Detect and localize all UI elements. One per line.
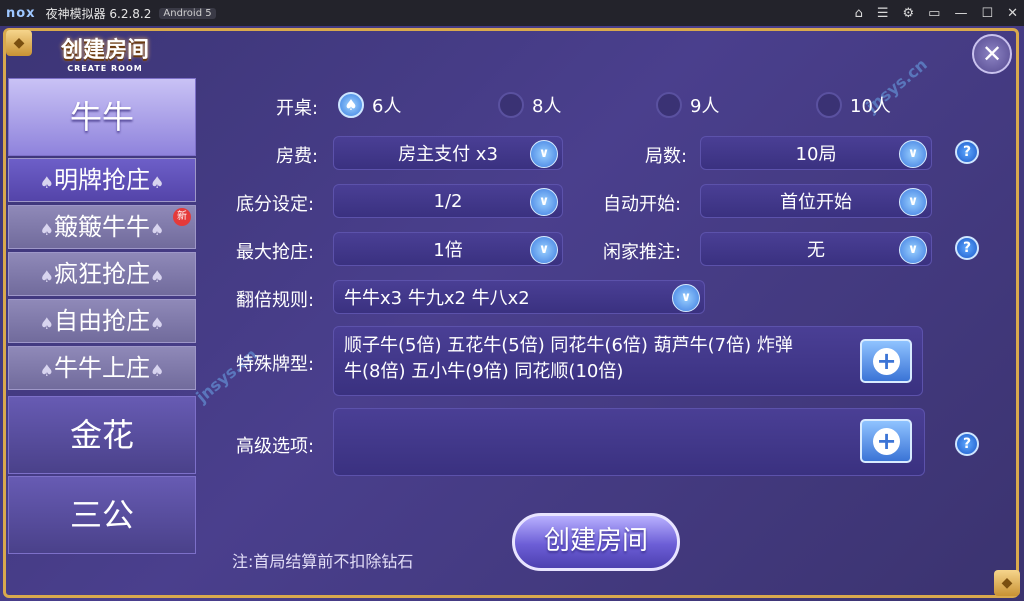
radio-dot	[656, 92, 682, 118]
auto-start-select[interactable]: 首位开始 ∨	[700, 184, 932, 218]
subtab-bobo-niuniu[interactable]: ♠簸簸牛牛♠ 新	[8, 205, 196, 249]
spade-icon: ♠	[150, 361, 165, 380]
minimize-button[interactable]: —	[954, 6, 967, 21]
auto-start-label: 自动开始:	[603, 194, 682, 215]
spade-icon: ♠	[150, 267, 165, 286]
rounds-help-icon[interactable]: ?	[955, 140, 979, 164]
nox-logo: nox	[6, 5, 36, 21]
double-rule-value: 牛牛x3 牛九x2 牛八x2	[344, 288, 530, 309]
subtab-fengkuang-qiangzhuang[interactable]: ♠疯狂抢庄♠	[8, 252, 196, 296]
tab-jinhua[interactable]: 金花	[8, 396, 196, 474]
chevron-down-icon[interactable]: ∨	[530, 236, 558, 264]
subtab-label: 疯狂抢庄	[54, 260, 150, 288]
radio-9-players[interactable]: 9人	[656, 92, 719, 118]
rounds-label: 局数:	[645, 146, 688, 167]
subtab-label: 牛牛上庄	[54, 354, 150, 382]
spade-icon: ♠	[150, 220, 165, 239]
radio-10-players[interactable]: 10人	[816, 92, 891, 118]
emulator-titlebar: nox 夜神模拟器 6.2.8.2 Android 5 ⌂ ☰ ⚙ ▭ — ☐ …	[0, 0, 1024, 26]
subtab-ziyou-qiangzhuang[interactable]: ♠自由抢庄♠	[8, 299, 196, 343]
android-version-badge: Android 5	[159, 7, 216, 19]
spade-icon: ♠	[150, 314, 165, 333]
advanced-options-label: 高级选项:	[236, 436, 315, 457]
resize-icon[interactable]: ▭	[928, 6, 940, 21]
chevron-down-icon[interactable]: ∨	[899, 236, 927, 264]
spade-icon: ♠	[39, 173, 54, 192]
subtab-mingpai-qiangzhuang[interactable]: ♠明牌抢庄♠	[8, 158, 196, 202]
radio-label: 8人	[532, 96, 562, 117]
chevron-down-icon[interactable]: ∨	[672, 284, 700, 312]
game-screen: ◆ ◆ 创建房间 CREATE ROOM 牛牛 ♠明牌抢庄♠ ♠簸簸牛牛♠ 新 …	[0, 26, 1024, 601]
radio-dot	[498, 92, 524, 118]
chevron-down-icon[interactable]: ∨	[899, 188, 927, 216]
radio-label: 9人	[690, 96, 720, 117]
spade-icon: ♠	[39, 361, 54, 380]
rounds-value: 10局	[795, 144, 837, 165]
advanced-options-help-icon[interactable]: ?	[955, 432, 979, 456]
base-score-label: 底分设定:	[236, 194, 315, 215]
tab-sangong[interactable]: 三公	[8, 476, 196, 554]
special-hand-label: 特殊牌型:	[236, 354, 315, 375]
spade-icon: ♠	[150, 173, 165, 192]
new-badge: 新	[173, 208, 191, 226]
window-title: 夜神模拟器 6.2.8.2	[45, 6, 152, 21]
radio-label: 10人	[850, 96, 891, 117]
base-score-select[interactable]: 1/2 ∨	[333, 184, 563, 218]
special-hand-value: 顺子牛(5倍) 五花牛(5倍) 同花牛(6倍) 葫芦牛(7倍) 炸弹牛(8倍) …	[344, 335, 793, 382]
radio-label: 6人	[372, 96, 402, 117]
corner-ornament-top-left: ◆	[6, 30, 32, 56]
radio-8-players[interactable]: 8人	[498, 92, 561, 118]
create-room-subtitle: CREATE ROOM	[67, 64, 143, 73]
player-push-help-icon[interactable]: ?	[955, 236, 979, 260]
player-push-select[interactable]: 无 ∨	[700, 232, 932, 266]
player-push-value: 无	[807, 240, 825, 261]
skin-icon[interactable]: ⌂	[855, 6, 863, 21]
room-fee-value: 房主支付 x3	[398, 144, 498, 165]
spade-icon: ♠	[39, 314, 54, 333]
advanced-options-box[interactable]: +	[333, 408, 925, 476]
max-bank-label: 最大抢庄:	[236, 242, 315, 263]
max-bank-select[interactable]: 1倍 ∨	[333, 232, 563, 266]
chevron-down-icon[interactable]: ∨	[530, 188, 558, 216]
corner-ornament-bottom-right: ◆	[994, 570, 1020, 596]
room-fee-select[interactable]: 房主支付 x3 ∨	[333, 136, 563, 170]
max-bank-value: 1倍	[433, 240, 463, 261]
spade-icon: ♠	[338, 92, 364, 118]
player-push-label: 闲家推注:	[603, 242, 682, 263]
room-fee-label: 房费:	[276, 146, 319, 167]
table-size-label: 开桌:	[276, 98, 319, 119]
subtab-niuniu-shangzhuang[interactable]: ♠牛牛上庄♠	[8, 346, 196, 390]
double-rule-select[interactable]: 牛牛x3 牛九x2 牛八x2 ∨	[333, 280, 705, 314]
subtab-label: 簸簸牛牛	[54, 213, 150, 241]
create-room-title: 创建房间	[60, 38, 149, 63]
maximize-button[interactable]: ☐	[981, 6, 993, 21]
spade-icon: ♠	[39, 220, 54, 239]
subtab-label: 明牌抢庄	[54, 166, 150, 194]
add-special-hand-button[interactable]: +	[860, 339, 912, 383]
tab-niuniu[interactable]: 牛牛	[8, 78, 196, 156]
chevron-down-icon[interactable]: ∨	[530, 140, 558, 168]
spade-icon: ♠	[39, 267, 54, 286]
rounds-select[interactable]: 10局 ∨	[700, 136, 932, 170]
plus-icon: +	[873, 348, 900, 375]
base-score-value: 1/2	[433, 190, 463, 212]
chevron-down-icon[interactable]: ∨	[899, 140, 927, 168]
plus-icon: +	[873, 428, 900, 455]
create-room-button[interactable]: 创建房间	[512, 513, 680, 571]
subtab-label: 自由抢庄	[54, 307, 150, 335]
radio-6-players[interactable]: ♠ 6人	[338, 92, 401, 118]
window-controls: ⌂ ☰ ⚙ ▭ — ☐ ✕	[855, 0, 1018, 26]
close-button[interactable]: ✕	[972, 34, 1012, 74]
close-window-button[interactable]: ✕	[1007, 6, 1018, 21]
menu-icon[interactable]: ☰	[877, 6, 889, 21]
auto-start-value: 首位开始	[780, 192, 852, 213]
settings-icon[interactable]: ⚙	[902, 6, 914, 21]
create-room-logo: 创建房间 CREATE ROOM	[50, 32, 160, 76]
radio-dot	[816, 92, 842, 118]
special-hand-box[interactable]: 顺子牛(5倍) 五花牛(5倍) 同花牛(6倍) 葫芦牛(7倍) 炸弹牛(8倍) …	[333, 326, 923, 396]
diamond-note: 注:首局结算前不扣除钻石	[232, 552, 414, 571]
add-advanced-option-button[interactable]: +	[860, 419, 912, 463]
game-type-sidebar: 牛牛 ♠明牌抢庄♠ ♠簸簸牛牛♠ 新 ♠疯狂抢庄♠ ♠自由抢庄♠ ♠牛牛上庄♠ …	[8, 78, 196, 583]
double-rule-label: 翻倍规则:	[236, 290, 315, 311]
